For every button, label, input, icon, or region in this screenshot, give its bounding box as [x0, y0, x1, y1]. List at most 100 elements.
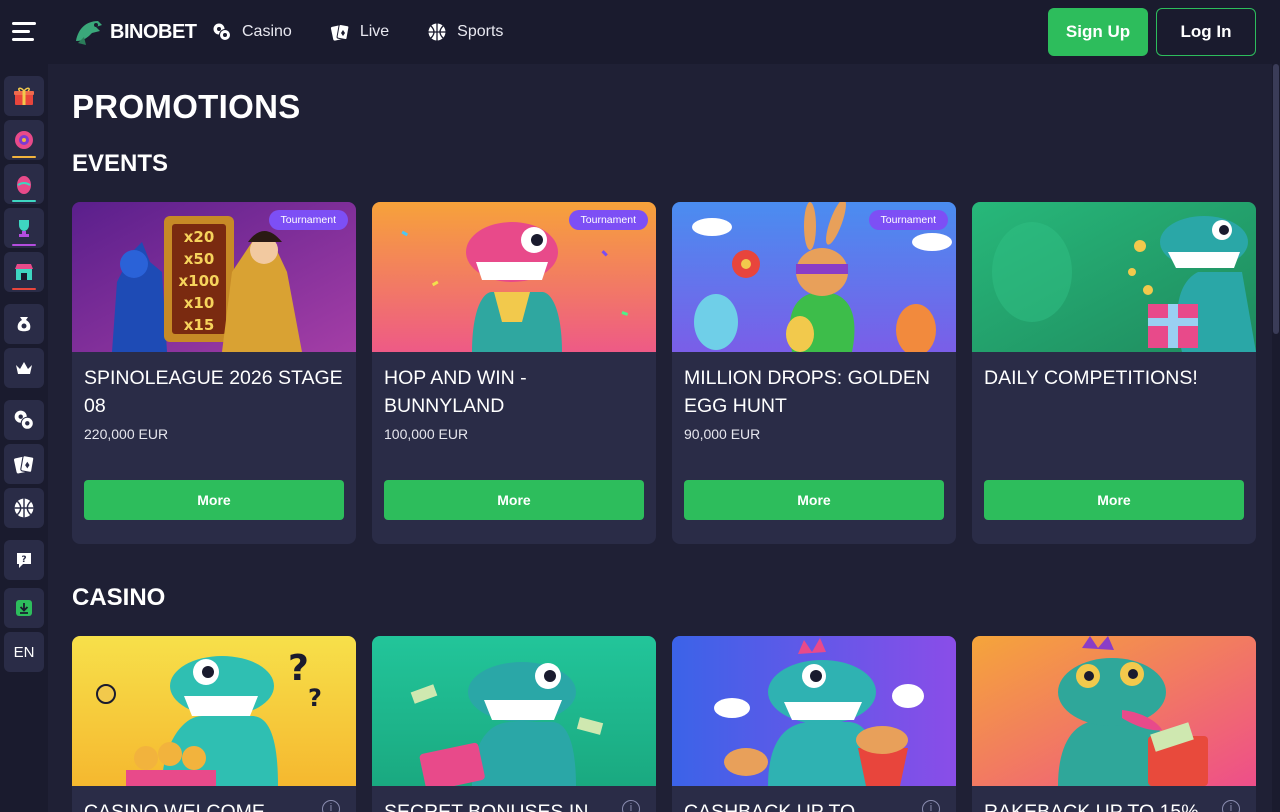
- event-card[interactable]: Tournament HOP AND WIN - BUNNYLAND 100,0…: [372, 202, 656, 544]
- svg-text:?: ?: [288, 648, 309, 689]
- casino-promo-card[interactable]: CASHBACK UP TO i: [672, 636, 956, 812]
- svg-text:x15: x15: [184, 316, 215, 334]
- events-section-title: EVENTS: [72, 150, 169, 177]
- event-card[interactable]: Tournament MILLION DROPS: GOLDEN EGG HUN…: [672, 202, 956, 544]
- sidebar: ? EN: [0, 64, 48, 812]
- nav-casino-label: Casino: [242, 23, 292, 40]
- info-icon[interactable]: i: [1222, 800, 1240, 812]
- info-icon[interactable]: i: [322, 800, 340, 812]
- more-button[interactable]: More: [984, 480, 1244, 520]
- event-card-image: x20 x50 x100 x10 x15 Tournament: [72, 202, 356, 352]
- egg-icon: [17, 176, 31, 194]
- scrollbar-thumb[interactable]: [1273, 64, 1279, 334]
- playing-cards-icon: [14, 455, 35, 474]
- dino-money-artwork: [372, 636, 656, 786]
- shop-icon: [15, 264, 33, 280]
- casino-card-image: [672, 636, 956, 786]
- casino-card-image: [372, 636, 656, 786]
- language-selector[interactable]: EN: [4, 632, 44, 672]
- sidebar-item-casino[interactable]: [4, 400, 44, 440]
- info-icon[interactable]: i: [622, 800, 640, 812]
- more-button[interactable]: More: [684, 480, 944, 520]
- dino-cash-artwork: [972, 636, 1256, 786]
- svg-text:?: ?: [21, 555, 26, 565]
- page-title: PROMOTIONS: [72, 88, 301, 125]
- main-nav: Casino Live Sports: [212, 0, 503, 64]
- svg-text:?: ?: [308, 684, 322, 712]
- dino-logo-icon: [76, 21, 102, 45]
- casino-card-image: [972, 636, 1256, 786]
- sidebar-item-sports[interactable]: [4, 488, 44, 528]
- dino-coins-artwork: ? ?: [72, 636, 356, 786]
- event-card-image: [972, 202, 1256, 352]
- wheel-icon: [15, 131, 33, 149]
- logo-text: BINOBET: [110, 20, 197, 43]
- event-title: HOP AND WIN - BUNNYLAND: [384, 367, 527, 417]
- crown-icon: [16, 362, 32, 374]
- log-in-button[interactable]: Log In: [1156, 8, 1256, 56]
- tournament-badge: Tournament: [568, 210, 648, 230]
- svg-text:x100: x100: [179, 272, 220, 290]
- event-title: DAILY COMPETITIONS!: [984, 367, 1198, 389]
- sidebar-item-coin-bag[interactable]: [4, 304, 44, 344]
- nav-sports-label: Sports: [457, 23, 504, 40]
- logo[interactable]: BINOBET: [72, 14, 197, 50]
- nav-sports[interactable]: Sports: [427, 22, 503, 42]
- sidebar-item-download[interactable]: [4, 588, 44, 628]
- page-scrollbar[interactable]: [1272, 64, 1280, 812]
- sidebar-item-live[interactable]: [4, 444, 44, 484]
- sidebar-item-gift[interactable]: [4, 76, 44, 116]
- sidebar-item-shop[interactable]: [4, 252, 44, 292]
- more-button[interactable]: More: [84, 480, 344, 520]
- event-prize: 100,000 EUR: [384, 426, 469, 442]
- casino-chips-icon: [14, 410, 34, 430]
- casino-promo-title: CASHBACK UP TO: [684, 801, 856, 812]
- svg-text:x20: x20: [184, 228, 215, 246]
- coin-bag-icon: [17, 317, 31, 332]
- tournament-badge: Tournament: [868, 210, 948, 230]
- nav-live-label: Live: [359, 23, 390, 40]
- sidebar-item-egg[interactable]: [4, 164, 44, 204]
- info-icon[interactable]: i: [922, 800, 940, 812]
- dino-gift-artwork: [972, 202, 1256, 352]
- nav-casino[interactable]: Casino: [212, 22, 292, 42]
- event-card[interactable]: x20 x50 x100 x10 x15 Tournament SPINOLEA…: [72, 202, 356, 544]
- svg-text:x50: x50: [184, 250, 215, 268]
- basketball-icon: [14, 498, 34, 518]
- more-button[interactable]: More: [384, 480, 644, 520]
- nav-live[interactable]: Live: [330, 22, 389, 42]
- event-card[interactable]: DAILY COMPETITIONS! More: [972, 202, 1256, 544]
- chat-icon: ?: [17, 553, 31, 568]
- casino-promo-card[interactable]: ? ? CASINO WELCOME i: [72, 636, 356, 812]
- dino-chicken-artwork: [672, 636, 956, 786]
- event-card-image: Tournament: [372, 202, 656, 352]
- playing-cards-icon: [330, 23, 350, 41]
- top-header: BINOBET Casino Live Sports Sign Up Log I…: [0, 0, 1280, 64]
- event-card-image: Tournament: [672, 202, 956, 352]
- event-prize: 220,000 EUR: [84, 426, 169, 442]
- sidebar-item-trophy[interactable]: [4, 208, 44, 248]
- sidebar-item-wheel[interactable]: [4, 120, 44, 160]
- casino-promo-title: SECRET BONUSES IN: [384, 801, 589, 812]
- svg-text:x10: x10: [184, 294, 215, 312]
- menu-icon[interactable]: [12, 22, 36, 42]
- trophy-icon: [19, 220, 29, 237]
- event-prize: 90,000 EUR: [684, 426, 761, 442]
- casino-section-title: CASINO: [72, 584, 166, 611]
- casino-chips-icon: [213, 23, 231, 41]
- download-icon: [16, 600, 32, 616]
- sidebar-item-chat[interactable]: ?: [4, 540, 44, 580]
- gift-icon: [14, 87, 34, 105]
- event-title: SPINOLEAGUE 2026 STAGE 08: [84, 367, 343, 417]
- language-label: EN: [13, 643, 35, 661]
- casino-promo-title: CASINO WELCOME: [84, 801, 265, 812]
- event-title: MILLION DROPS: GOLDEN EGG HUNT: [684, 367, 930, 417]
- sidebar-item-crown[interactable]: [4, 348, 44, 388]
- basketball-icon: [428, 23, 446, 41]
- casino-promo-title: RAKEBACK UP TO 15%: [984, 801, 1199, 812]
- sign-up-button[interactable]: Sign Up: [1048, 8, 1148, 56]
- casino-promo-card[interactable]: SECRET BONUSES IN i: [372, 636, 656, 812]
- casino-promo-card[interactable]: RAKEBACK UP TO 15% i: [972, 636, 1256, 812]
- tournament-badge: Tournament: [268, 210, 348, 230]
- casino-card-image: ? ?: [72, 636, 356, 786]
